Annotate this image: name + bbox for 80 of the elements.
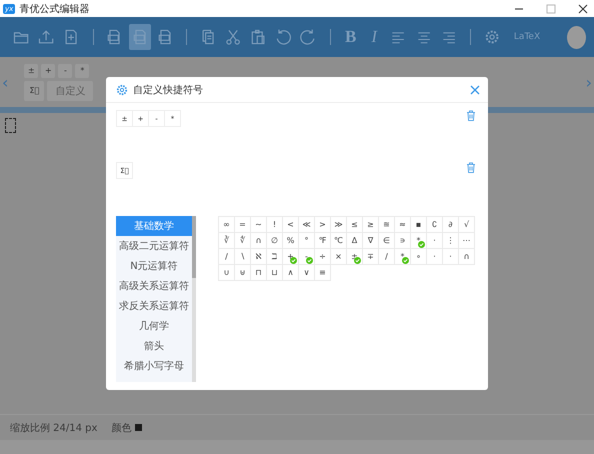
symbol-cell[interactable]: ℶ: [267, 249, 283, 265]
symbol-cell[interactable]: ▪: [411, 217, 427, 233]
symbol-cell[interactable]: √: [459, 217, 475, 233]
symbol-cell[interactable]: %: [283, 233, 299, 249]
symbol-cell[interactable]: <: [283, 217, 299, 233]
symbol-cell[interactable]: ≪: [299, 217, 315, 233]
symbol-cell[interactable]: *: [395, 249, 411, 265]
category-item[interactable]: 箭头: [116, 336, 192, 356]
symbol-cell[interactable]: ⊓: [251, 265, 267, 281]
symbol-cell[interactable]: ∂: [443, 217, 459, 233]
symbol-cell[interactable]: >: [315, 217, 331, 233]
symbol-cell[interactable]: *: [411, 233, 427, 249]
symbol-cell[interactable]: ∅: [267, 233, 283, 249]
symbol-cell[interactable]: ∍: [395, 233, 411, 249]
category-item[interactable]: 求反关系运算符: [116, 296, 192, 316]
symbol-cell[interactable]: ·: [427, 249, 443, 265]
symbol-cell[interactable]: ≤: [347, 217, 363, 233]
symbol-button[interactable]: -: [58, 64, 72, 78]
avatar-icon[interactable]: [567, 26, 586, 48]
settings-icon: [116, 84, 128, 96]
symbol-cell[interactable]: ×: [331, 249, 347, 265]
dialog-title: 自定义快捷符号: [133, 84, 203, 96]
input-placeholder[interactable]: [5, 118, 16, 133]
symbol-cell[interactable]: ∜: [235, 233, 251, 249]
symbol-cell[interactable]: ℵ: [251, 249, 267, 265]
scrollbar[interactable]: [192, 216, 196, 382]
symbol-cell[interactable]: ·: [427, 233, 443, 249]
symbol-button[interactable]: ±: [24, 64, 38, 78]
symbol-cell[interactable]: ∪: [219, 265, 235, 281]
symbol-cell[interactable]: -: [299, 249, 315, 265]
symbol-cell[interactable]: ∕: [219, 249, 235, 265]
symbol-cell[interactable]: ⊔: [267, 265, 283, 281]
document-icon[interactable]: [128, 24, 151, 50]
symbol-cell[interactable]: ∘: [411, 249, 427, 265]
symbol-cell[interactable]: ∁: [427, 217, 443, 233]
window-title: 青优公式编辑器: [19, 2, 90, 16]
maximize-icon[interactable]: [546, 4, 556, 14]
symbol-cell[interactable]: ·: [443, 249, 459, 265]
symbol-cell[interactable]: ÷: [315, 249, 331, 265]
symbol-cell[interactable]: ∈: [379, 233, 395, 249]
color-swatch[interactable]: [135, 424, 142, 431]
symbol-cell[interactable]: °: [299, 233, 315, 249]
category-item[interactable]: 希腊小写字母: [116, 356, 192, 376]
symbol-cell[interactable]: ∩: [251, 233, 267, 249]
symbol-cell[interactable]: ∧: [283, 265, 299, 281]
symbol-cell[interactable]: =: [235, 217, 251, 233]
symbol-cell[interactable]: ∖: [235, 249, 251, 265]
color-label: 颜色: [111, 422, 132, 434]
symbol-cell[interactable]: ≈: [395, 217, 411, 233]
symbol-cell[interactable]: ∇: [363, 233, 379, 249]
sum-button[interactable]: Σ⃞: [24, 80, 44, 100]
symbol-cell[interactable]: ≥: [363, 217, 379, 233]
symbol-cell[interactable]: ⊎: [235, 265, 251, 281]
category-item[interactable]: N元运算符: [116, 256, 192, 276]
symbol-cell[interactable]: ℉: [315, 233, 331, 249]
symbol-cell[interactable]: ~: [251, 217, 267, 233]
symbol-cell[interactable]: /: [379, 249, 395, 265]
trash-icon[interactable]: [466, 162, 476, 173]
symbol-cell[interactable]: +: [283, 249, 299, 265]
category-item[interactable]: 高级关系运算符: [116, 276, 192, 296]
symbol-cell[interactable]: ∞: [219, 217, 235, 233]
symbol-cell[interactable]: ∩: [459, 249, 475, 265]
symbol-cell[interactable]: ≡: [315, 265, 331, 281]
symbol-cell[interactable]: ∓: [363, 249, 379, 265]
symbol-cell[interactable]: ⋮: [443, 233, 459, 249]
symbol-cell[interactable]: ∛: [219, 233, 235, 249]
symbol-cell[interactable]: ≊: [379, 217, 395, 233]
zoom-text: 缩放比例 24/14 px: [10, 422, 98, 434]
category-item[interactable]: 高级二元运算符: [116, 236, 192, 256]
symbol-button[interactable]: +: [41, 64, 56, 78]
trash-icon[interactable]: [466, 110, 476, 121]
symbol-cell[interactable]: ∨: [299, 265, 315, 281]
symbol-cell[interactable]: !: [267, 217, 283, 233]
close-icon[interactable]: [578, 4, 588, 14]
symbol-button[interactable]: *: [75, 64, 90, 78]
category-item[interactable]: 几何学: [116, 316, 192, 336]
symbol-cell[interactable]: ≫: [331, 217, 347, 233]
symbol-cell[interactable]: ⋯: [459, 233, 475, 249]
symbol-cell[interactable]: ℃: [331, 233, 347, 249]
symbol-cell[interactable]: Δ: [347, 233, 363, 249]
